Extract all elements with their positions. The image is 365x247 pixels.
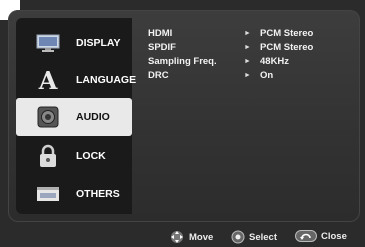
sidebar-item-label: DISPLAY [76, 37, 121, 49]
display-icon [36, 31, 60, 55]
button-hints: Move Select Close [125, 226, 365, 246]
lock-icon [36, 144, 60, 168]
arrow-right-icon: ► [244, 72, 251, 79]
setup-menu-screen: DISPLAY A LANGUAGE AUDIO LOCK OTHERS HDM… [0, 0, 365, 247]
sidebar-item-label: OTHERS [76, 188, 120, 200]
return-button-icon [295, 230, 317, 242]
hint-close-label: Close [321, 230, 347, 242]
audio-icon [36, 105, 60, 129]
hint-move-label: Move [189, 231, 214, 243]
hint-close: Close [295, 230, 347, 242]
sidebar-item-language[interactable]: A LANGUAGE [16, 61, 136, 99]
sidebar-item-label: AUDIO [76, 111, 110, 123]
sidebar-item-others[interactable]: OTHERS [16, 175, 132, 213]
dpad-icon [169, 230, 185, 244]
setting-row-drc[interactable]: DRC ► On [148, 68, 358, 84]
hint-select-label: Select [249, 231, 277, 243]
language-icon: A [36, 68, 60, 92]
others-icon [36, 182, 60, 206]
enter-button-icon [231, 230, 245, 244]
sidebar-item-label: LANGUAGE [76, 74, 137, 86]
setting-label: DRC [148, 70, 169, 81]
sidebar-item-label: LOCK [76, 150, 106, 162]
sidebar-item-audio[interactable]: AUDIO [16, 98, 132, 136]
sidebar-item-display[interactable]: DISPLAY [16, 24, 132, 62]
hint-move: Move [169, 230, 213, 244]
sidebar-item-lock[interactable]: LOCK [16, 137, 132, 175]
setting-value: On [260, 70, 274, 81]
hint-select: Select [231, 230, 277, 244]
svg-text:A: A [38, 68, 58, 92]
